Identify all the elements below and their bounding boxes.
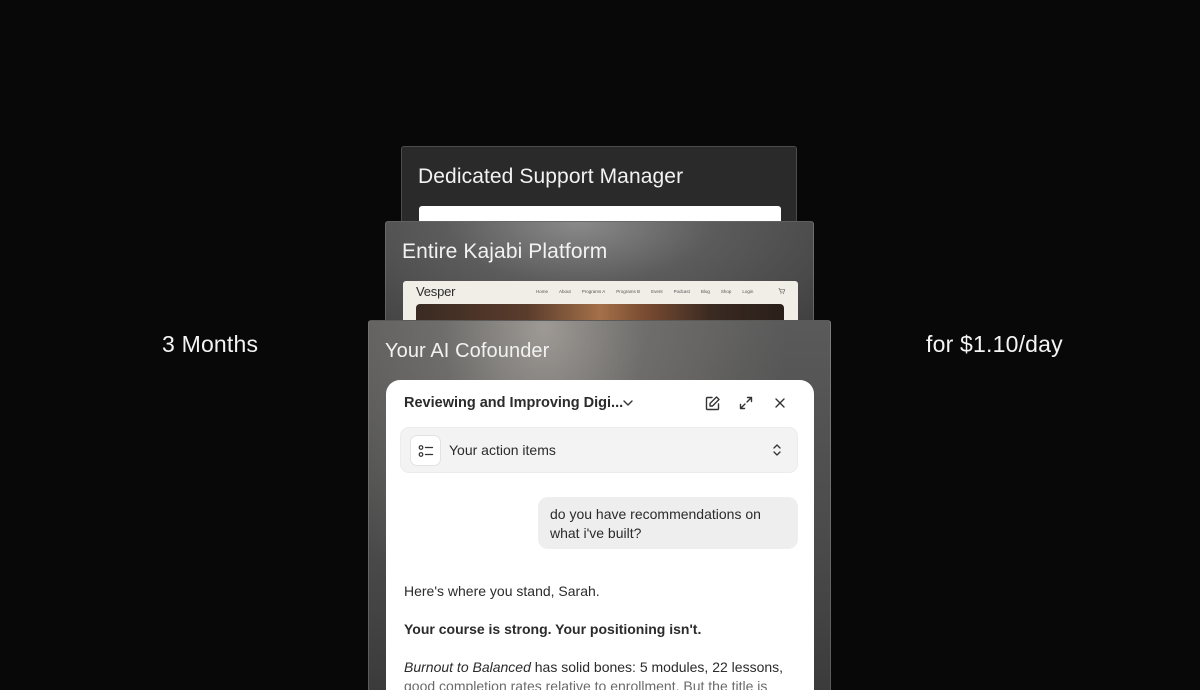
site-nav-item: Programs B bbox=[616, 289, 641, 294]
reply-body-line2: good completion rates relative to enroll… bbox=[404, 678, 768, 690]
ai-cofounder-card: Your AI Cofounder Reviewing and Improvin… bbox=[368, 320, 831, 690]
user-message: do you have recommendations on what i've… bbox=[538, 497, 798, 549]
kajabi-platform-card: Entire Kajabi Platform Vesper Home About… bbox=[385, 221, 814, 331]
site-nav: Home About Programs A Programs B Event P… bbox=[536, 289, 753, 294]
reply-body-line1: has solid bones: 5 modules, 22 lessons, bbox=[530, 659, 784, 675]
site-nav-item: Blog bbox=[700, 289, 710, 294]
support-manager-title: Dedicated Support Manager bbox=[418, 165, 684, 188]
chevron-down-icon[interactable] bbox=[618, 393, 638, 413]
site-nav-item: Login bbox=[742, 289, 754, 294]
duration-label: 3 Months bbox=[162, 331, 259, 357]
site-nav-item: Podcast bbox=[673, 289, 690, 294]
assistant-reply: Here's where you stand, Sarah. Your cour… bbox=[404, 582, 796, 690]
edit-icon[interactable] bbox=[702, 393, 722, 413]
list-icon bbox=[410, 435, 441, 466]
reply-greeting: Here's where you stand, Sarah. bbox=[404, 583, 600, 599]
site-nav-item: Programs A bbox=[581, 289, 606, 294]
site-nav-item: Event bbox=[651, 289, 663, 294]
reply-body: Burnout to Balanced has solid bones: 5 m… bbox=[404, 658, 796, 690]
course-name: Burnout to Balanced bbox=[404, 659, 531, 675]
chat-header: Reviewing and Improving Digi... bbox=[386, 380, 814, 426]
kajabi-platform-title: Entire Kajabi Platform bbox=[402, 240, 608, 263]
conversation-title[interactable]: Reviewing and Improving Digi... bbox=[404, 395, 623, 411]
site-nav-item: Home bbox=[536, 289, 549, 294]
reply-headline: Your course is strong. Your positioning … bbox=[404, 621, 702, 637]
price-label: for $1.10/day bbox=[926, 331, 1063, 357]
site-logo: Vesper bbox=[416, 284, 456, 299]
promo-stage: 3 Months for $1.10/day Dedicated Support… bbox=[0, 0, 1200, 690]
ai-cofounder-title: Your AI Cofounder bbox=[385, 340, 550, 362]
cart-icon bbox=[778, 288, 785, 294]
chat-panel: Reviewing and Improving Digi... Your act… bbox=[386, 380, 814, 690]
action-items-selector[interactable]: Your action items bbox=[400, 427, 798, 473]
sort-icon bbox=[773, 444, 781, 456]
expand-icon[interactable] bbox=[736, 393, 756, 413]
action-items-label: Your action items bbox=[449, 442, 556, 458]
site-nav-item: Shop bbox=[720, 289, 732, 294]
close-icon[interactable] bbox=[770, 393, 790, 413]
site-nav-item: About bbox=[559, 289, 571, 294]
